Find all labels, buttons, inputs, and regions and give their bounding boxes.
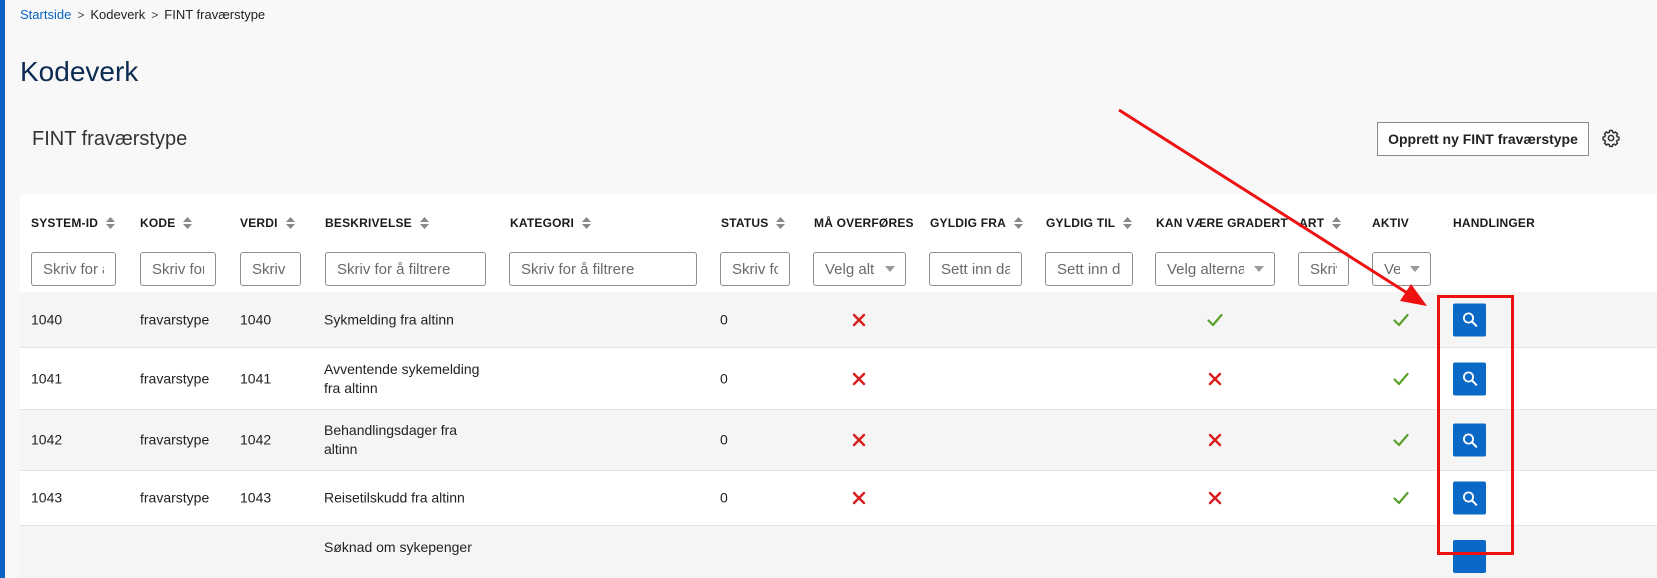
annotation-arrow [1118,108,1427,306]
